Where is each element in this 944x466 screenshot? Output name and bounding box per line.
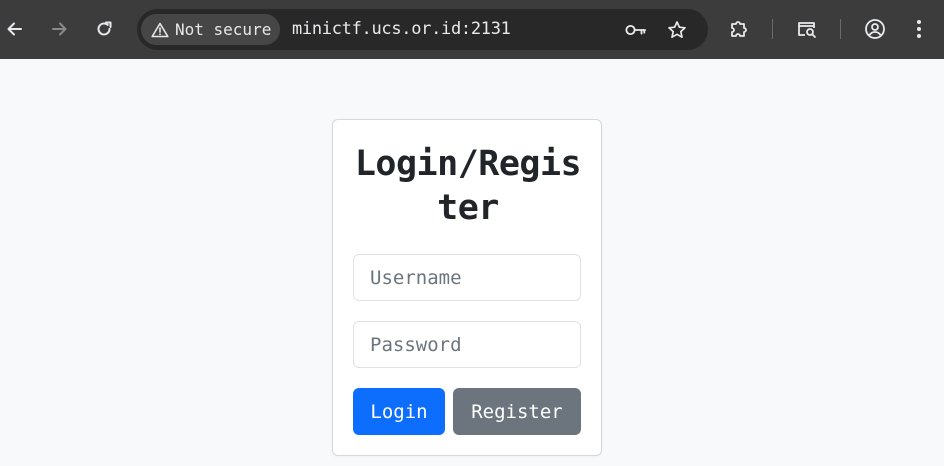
forward-button[interactable] (44, 14, 74, 44)
security-chip[interactable]: Not secure (141, 14, 280, 45)
password-field[interactable] (353, 321, 581, 368)
key-icon (625, 24, 647, 36)
register-button[interactable]: Register (453, 388, 581, 435)
toolbar-divider (772, 19, 773, 39)
browser-toolbar: Not secure minictf.ucs.or.id:2131 (0, 0, 944, 59)
page-title: Login/Register (354, 144, 582, 228)
login-button[interactable]: Login (353, 388, 445, 435)
reload-icon (97, 21, 112, 36)
puzzle-icon (731, 21, 747, 37)
bookmark-button[interactable] (666, 19, 688, 41)
password-key-button[interactable] (625, 19, 647, 41)
url-text[interactable]: minictf.ucs.or.id:2131 (292, 19, 511, 39)
profile-button[interactable] (860, 14, 890, 44)
tab-search-icon (798, 22, 816, 38)
extensions-button[interactable] (724, 14, 754, 44)
star-icon (668, 21, 686, 39)
tab-search-button[interactable] (792, 14, 822, 44)
reload-button[interactable] (89, 14, 119, 44)
toolbar-divider (840, 19, 841, 39)
warning-icon (151, 22, 169, 37)
arrow-left-icon (7, 22, 22, 36)
more-vertical-icon (917, 20, 921, 38)
menu-button[interactable] (904, 14, 934, 44)
address-bar[interactable]: Not secure minictf.ucs.or.id:2131 (137, 9, 708, 50)
login-card: Login/Register Login Register (332, 119, 602, 456)
arrow-right-icon (52, 22, 67, 36)
account-circle-icon (865, 19, 885, 39)
security-chip-label: Not secure (175, 20, 272, 39)
username-field[interactable] (353, 254, 581, 301)
back-button[interactable] (0, 14, 30, 44)
